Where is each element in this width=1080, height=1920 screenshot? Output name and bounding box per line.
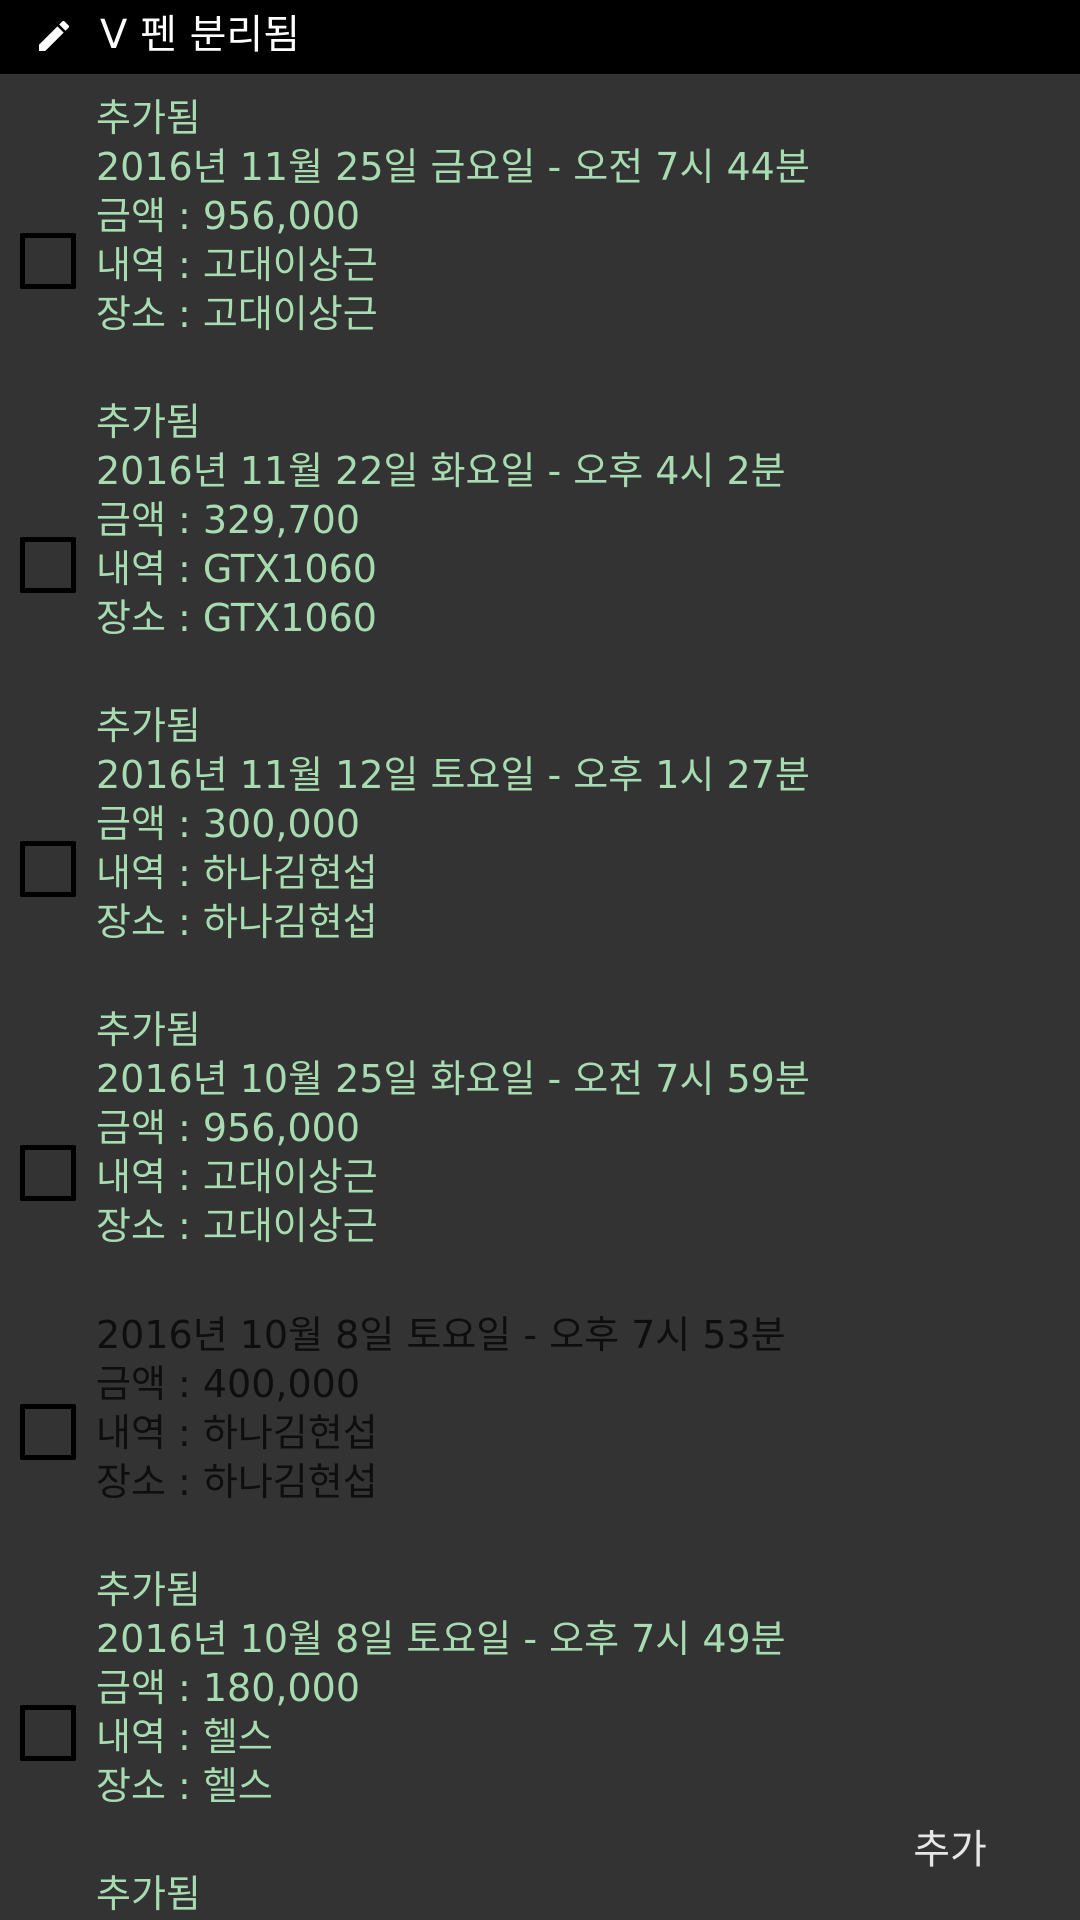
date-time: 2016년 11월 25일 금요일 - 오전 7시 44분 — [96, 145, 810, 189]
detail: 내역 : 하나김현섭 — [96, 1411, 378, 1455]
amount: 금액 : 956,000 — [96, 194, 361, 238]
item-checkbox[interactable] — [20, 537, 76, 593]
pen-icon — [39, 20, 70, 51]
date-time: 2016년 10월 25일 화요일 - 오전 7시 59분 — [96, 1057, 810, 1101]
detail: 내역 : 고대이상근 — [96, 243, 378, 287]
amount: 금액 : 300,000 — [96, 802, 361, 846]
date-time: 2016년 11월 22일 화요일 - 오후 4시 2분 — [96, 449, 786, 493]
added-label: 추가됨 — [96, 96, 201, 140]
detail: 내역 : 고대이상근 — [96, 1155, 378, 1199]
amount: 금액 : 180,000 — [96, 1666, 361, 1710]
detail: 내역 : 하나김현섭 — [96, 851, 378, 895]
item-checkbox[interactable] — [20, 841, 76, 897]
amount: 금액 : 329,700 — [96, 498, 361, 542]
added-label: 추가됨 — [96, 704, 201, 748]
place: 장소 : 헬스 — [96, 1764, 273, 1808]
pen-status-text: V 펜 분리됨 — [100, 12, 300, 58]
amount: 금액 : 956,000 — [96, 1106, 361, 1150]
date-time: 2016년 10월 8일 토요일 - 오후 7시 53분 — [96, 1313, 786, 1357]
transaction-list[interactable]: 추가됨 2016년 11월 25일 금요일 - 오전 7시 44분 금액 : 9… — [0, 74, 1080, 1920]
item-checkbox[interactable] — [20, 1145, 76, 1201]
add-button[interactable]: 추가 — [900, 1820, 1000, 1880]
date-time: 2016년 10월 8일 토요일 - 오후 7시 49분 — [96, 1617, 786, 1661]
detail: 내역 : 헬스 — [96, 1715, 273, 1759]
added-label: 추가됨 — [96, 1872, 201, 1916]
place: 장소 : 하나김현섭 — [96, 1460, 378, 1504]
amount: 금액 : 400,000 — [96, 1362, 361, 1406]
place: 장소 : 고대이상근 — [96, 1204, 378, 1248]
status-bar: V 펜 분리됨 — [0, 0, 1080, 74]
added-label: 추가됨 — [96, 1008, 201, 1052]
added-label: 추가됨 — [96, 1568, 201, 1612]
place: 장소 : 고대이상근 — [96, 292, 378, 336]
detail: 내역 : GTX1060 — [96, 547, 377, 591]
place: 장소 : GTX1060 — [96, 596, 377, 640]
item-checkbox[interactable] — [20, 1404, 76, 1460]
item-checkbox[interactable] — [20, 1705, 76, 1761]
place: 장소 : 하나김현섭 — [96, 900, 378, 944]
item-checkbox[interactable] — [20, 233, 76, 289]
date-time: 2016년 11월 12일 토요일 - 오후 1시 27분 — [96, 753, 810, 797]
added-label: 추가됨 — [96, 400, 201, 444]
